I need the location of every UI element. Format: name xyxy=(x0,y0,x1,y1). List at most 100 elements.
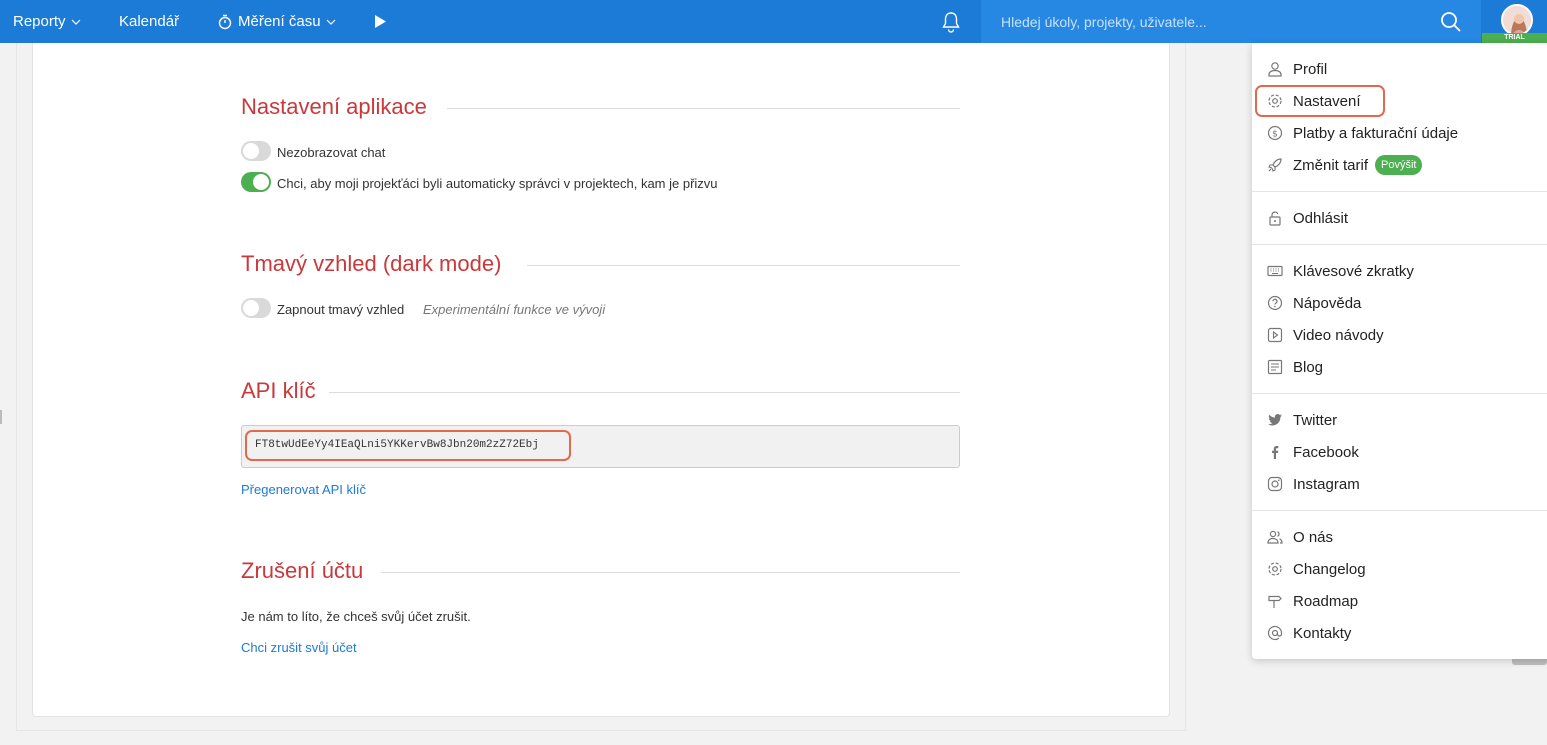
menu-label: Kontakty xyxy=(1293,624,1352,642)
search-input[interactable] xyxy=(1001,0,1421,43)
calendar-link[interactable]: Kalendář xyxy=(119,0,179,43)
dark-mode-label: Zapnout tmavý vzhled xyxy=(277,302,405,317)
menu-item-shortcuts[interactable]: Klávesové zkratky xyxy=(1252,257,1547,285)
menu-item-facebook[interactable]: Facebook xyxy=(1252,438,1547,466)
toggle-knob xyxy=(243,300,259,316)
menu-label: Video návody xyxy=(1293,326,1384,344)
menu-label: Nápověda xyxy=(1293,294,1362,312)
menu-item-contacts[interactable]: Kontakty xyxy=(1252,619,1547,647)
regenerate-api-key-link[interactable]: Přegenerovat API klíč xyxy=(241,482,366,497)
menu-item-instagram[interactable]: Instagram xyxy=(1252,470,1547,498)
newspaper-icon xyxy=(1266,358,1284,376)
cancel-account-link[interactable]: Chci zrušit svůj účet xyxy=(241,640,357,655)
signpost-icon xyxy=(1266,592,1284,610)
menu-item-blog[interactable]: Blog xyxy=(1252,353,1547,381)
user-icon xyxy=(1266,60,1284,78)
api-key-value[interactable]: FT8twUdEeYy4IEaQLni5YKKervBw8Jbn20m2zZ72… xyxy=(245,430,571,461)
menu-divider xyxy=(1252,244,1547,245)
settings-card xyxy=(32,43,1170,717)
divider-line xyxy=(381,572,960,573)
stopwatch-icon xyxy=(218,14,232,29)
at-sign-icon xyxy=(1266,624,1284,642)
sidebar-handle[interactable] xyxy=(0,410,2,424)
menu-label: Klávesové zkratky xyxy=(1293,262,1414,280)
search-icon[interactable] xyxy=(1440,11,1462,33)
lock-icon xyxy=(1266,209,1284,227)
menu-label: Blog xyxy=(1293,358,1324,376)
upgrade-badge[interactable]: Povýšit xyxy=(1375,155,1423,175)
bell-icon xyxy=(942,11,960,33)
menu-label: Odhlásit xyxy=(1293,209,1349,227)
user-photo-icon xyxy=(1503,6,1531,34)
cancel-account-title-text: Zrušení účtu xyxy=(241,558,364,583)
dollar-icon: $ xyxy=(1266,124,1284,142)
cancel-account-text: Je nám to líto, že chceš svůj účet zruši… xyxy=(241,609,471,624)
facebook-icon xyxy=(1266,443,1284,461)
time-tracking-label: Měření času xyxy=(238,13,321,30)
toggle-knob xyxy=(243,143,259,159)
menu-item-about[interactable]: O nás xyxy=(1252,523,1547,551)
menu-item-videos[interactable]: Video návody xyxy=(1252,321,1547,349)
calendar-label: Kalendář xyxy=(119,13,180,30)
dark-mode-toggle[interactable] xyxy=(241,298,271,318)
menu-item-settings[interactable]: Nastavení xyxy=(1252,87,1547,115)
twitter-icon xyxy=(1266,411,1284,429)
instagram-icon xyxy=(1266,475,1284,493)
dark-mode-title: Tmavý vzhled (dark mode) xyxy=(241,251,501,277)
time-tracking-menu[interactable]: Měření času xyxy=(217,0,336,43)
avatar xyxy=(1501,4,1533,36)
menu-divider xyxy=(1252,393,1547,394)
hide-chat-toggle[interactable] xyxy=(241,141,271,161)
dark-mode-title-text: Tmavý vzhled (dark mode) xyxy=(241,251,502,276)
api-key-field[interactable]: FT8twUdEeYy4IEaQLni5YKKervBw8Jbn20m2zZ72… xyxy=(241,425,960,468)
toggle-knob xyxy=(253,174,269,190)
menu-item-payments[interactable]: $ Platby a fakturační údaje xyxy=(1252,119,1547,147)
divider-line xyxy=(329,392,960,393)
dark-mode-hint: Experimentální funkce ve vývoji xyxy=(423,302,606,317)
chevron-down-icon xyxy=(326,19,335,25)
auto-admin-label: Chci, aby moji projekťáci byli automatic… xyxy=(277,176,718,191)
chevron-down-icon xyxy=(71,19,80,25)
play-icon xyxy=(375,15,386,28)
gear-icon xyxy=(1266,560,1284,578)
menu-label: Changelog xyxy=(1293,560,1366,578)
user-dropdown-menu: Profil Nastavení $ Platby a fakturační ú… xyxy=(1252,43,1547,659)
video-icon xyxy=(1266,326,1284,344)
menu-label: Platby a fakturační údaje xyxy=(1293,124,1459,142)
users-icon xyxy=(1266,528,1284,546)
menu-item-logout[interactable]: Odhlásit xyxy=(1252,204,1547,232)
menu-label: Roadmap xyxy=(1293,592,1359,610)
gear-icon xyxy=(1266,92,1284,110)
cancel-account-title: Zrušení účtu xyxy=(241,558,363,584)
menu-divider xyxy=(1252,191,1547,192)
auto-admin-toggle[interactable] xyxy=(241,172,271,192)
start-timer-button[interactable] xyxy=(374,0,387,43)
notifications-button[interactable] xyxy=(941,0,961,43)
menu-item-roadmap[interactable]: Roadmap xyxy=(1252,587,1547,615)
app-settings-title-text: Nastavení aplikace xyxy=(241,94,427,119)
trial-badge: TRIAL xyxy=(1482,33,1547,43)
menu-label: Profil xyxy=(1293,60,1328,78)
menu-item-twitter[interactable]: Twitter xyxy=(1252,406,1547,434)
api-key-title: API klíč xyxy=(241,378,316,404)
menu-label: Facebook xyxy=(1293,443,1359,461)
search-area xyxy=(981,0,1481,43)
menu-item-help[interactable]: Nápověda xyxy=(1252,289,1547,317)
menu-label: O nás xyxy=(1293,528,1334,546)
reports-label: Reporty xyxy=(13,13,66,30)
user-menu-button[interactable]: TRIAL xyxy=(1482,0,1547,43)
menu-item-change-plan[interactable]: Změnit tarif Povýšit xyxy=(1252,151,1547,179)
top-navigation-bar: Reporty Kalendář Měření času TRIAL xyxy=(0,0,1547,43)
menu-label: Instagram xyxy=(1293,475,1360,493)
menu-label: Nastavení xyxy=(1293,92,1361,110)
menu-divider xyxy=(1252,510,1547,511)
hide-chat-label: Nezobrazovat chat xyxy=(277,145,386,160)
svg-text:$: $ xyxy=(1272,130,1278,140)
menu-item-changelog[interactable]: Changelog xyxy=(1252,555,1547,583)
app-settings-title: Nastavení aplikace xyxy=(241,94,427,120)
menu-label: Twitter xyxy=(1293,411,1338,429)
question-icon xyxy=(1266,294,1284,312)
reports-menu[interactable]: Reporty xyxy=(13,0,81,43)
menu-item-profile[interactable]: Profil xyxy=(1252,55,1547,83)
divider-line xyxy=(527,265,960,266)
